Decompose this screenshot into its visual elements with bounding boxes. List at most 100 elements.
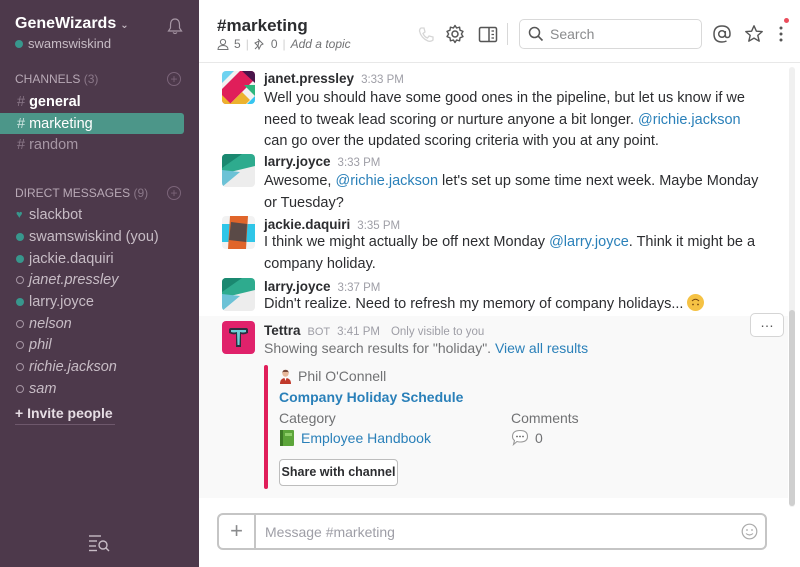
speech-bubble-icon [511,429,529,446]
message-header: larry.joyce 3:33 PM [264,154,380,169]
sidebar-dm-slackbot[interactable]: ♥ slackbot [0,204,184,225]
invite-people-link[interactable]: + Invite people [15,405,115,425]
phone-icon[interactable] [416,25,436,45]
attachment-author-name[interactable]: Phil O'Connell [298,368,386,384]
star-icon[interactable] [744,24,764,44]
presence-away-icon [16,384,24,393]
chevron-down-icon: ⌄ [120,19,129,31]
pinned-count[interactable]: 0 [271,37,278,51]
presence-online-icon [15,39,23,48]
user-mention[interactable]: @richie.jackson [638,112,741,128]
dm-name: nelson [29,315,72,332]
scrollbar-thumb[interactable] [789,310,795,506]
message-text-part: can go over the updated scoring criteria… [264,133,659,149]
attachment-accent-bar [264,365,268,489]
presence-online-icon [16,254,24,263]
sidebar-dm-phil[interactable]: phil [0,334,184,355]
sidebar-toggle-icon[interactable] [478,25,498,45]
sidebar-dm-sam[interactable]: sam [0,378,184,399]
message-author[interactable]: janet.pressley [264,71,354,86]
message-time[interactable]: 3:35 PM [357,220,400,232]
add-topic-link[interactable]: Add a topic [291,37,351,51]
mentions-icon[interactable] [712,24,732,44]
dm-count: (9) [133,186,149,200]
message-text-part: Didn't realize. Need to refresh my memor… [264,296,684,312]
hash-icon: # [17,115,26,132]
sidebar-dm-swamswiskind[interactable]: swamswiskind (you) [0,226,184,247]
search-box[interactable]: Search [519,19,702,49]
sidebar-dm-nelson[interactable]: nelson [0,313,184,334]
message-time[interactable]: 3:41 PM [337,326,380,338]
more-vertical-icon[interactable] [771,24,791,44]
message-author[interactable]: larry.joyce [264,154,331,169]
avatar-tettra[interactable] [222,321,255,354]
message-time[interactable]: 3:33 PM [361,74,404,86]
dm-name: richie.jackson [29,358,117,375]
attach-file-button[interactable]: + [219,515,256,548]
message-text: Well you should have some good ones in t… [264,88,764,153]
sidebar-dm-jackie-daquiri[interactable]: jackie.daquiri [0,248,184,269]
dm-name: larry.joyce [29,293,94,310]
sidebar-channel-random[interactable]: # random [0,134,184,155]
presence-away-icon [16,275,24,284]
presence-away-icon [16,319,24,328]
presence-online-icon [16,297,24,306]
avatar-jackie-daquiri[interactable] [222,216,255,249]
dm-name: phil [29,336,52,353]
message-list: janet.pressley 3:33 PM Well you should h… [199,63,788,503]
channels-header[interactable]: CHANNELS (3) + [15,72,181,86]
bell-icon[interactable] [166,17,184,35]
category-link[interactable]: Employee Handbook [301,430,431,446]
direct-messages-header[interactable]: DIRECT MESSAGES (9) + [15,186,181,200]
sidebar-dm-richie-jackson[interactable]: richie.jackson [0,356,184,377]
add-dm-icon[interactable]: + [167,186,181,200]
message-time[interactable]: 3:33 PM [338,157,381,169]
presence-away-icon [16,340,24,349]
message-author[interactable]: jackie.daquiri [264,217,350,232]
user-mention[interactable]: @larry.joyce [549,234,629,250]
quick-switcher-icon[interactable] [88,534,110,552]
message-header: larry.joyce 3:37 PM [264,279,380,294]
attachment-title-link[interactable]: Company Holiday Schedule [279,389,463,405]
message-text-part: Awesome, [264,173,336,189]
user-mention[interactable]: @richie.jackson [335,173,438,189]
pin-icon[interactable] [253,38,266,50]
share-with-channel-button[interactable]: Share with channel [279,459,398,486]
sidebar-dm-janet-pressley[interactable]: janet.pressley [0,269,184,290]
message-author[interactable]: larry.joyce [264,279,331,294]
channels-count: (3) [83,72,99,86]
avatar-larry-joyce[interactable] [222,278,255,311]
team-name: GeneWizards [15,15,117,32]
message-actions-button[interactable]: … [750,313,784,337]
author-avatar-icon [280,369,291,384]
message-author[interactable]: Tettra [264,323,301,338]
channel-header: #marketing 5 | 0 | Add a topic Search [199,0,800,63]
presence-away-icon [16,362,24,371]
message-composer: + [217,513,767,550]
view-all-results-link[interactable]: View all results [495,340,588,356]
emoji-picker-icon[interactable] [741,523,758,540]
avatar-janet-pressley[interactable] [222,71,255,104]
presence-online-icon [16,232,24,241]
sidebar-channel-marketing[interactable]: # marketing [0,113,184,134]
message-text: I think we might actually be off next Mo… [264,232,764,275]
channel-title: #marketing [217,16,308,35]
message-text-part: I think we might actually be off next Mo… [264,234,550,250]
search-placeholder: Search [550,26,595,42]
attachment-author: Phil O'Connell [279,368,386,384]
channel-name: random [29,136,79,153]
heart-icon: ♥ [16,208,23,221]
sidebar-channel-general[interactable]: # general [0,91,184,112]
sidebar-dm-larry-joyce[interactable]: larry.joyce [0,291,184,312]
gear-icon[interactable] [445,24,465,44]
team-switcher[interactable]: GeneWizards ⌄ swamswiskind [15,15,129,51]
member-icon[interactable] [217,38,229,50]
category-value: Employee Handbook [279,429,431,447]
message-input[interactable] [265,515,725,548]
avatar-larry-joyce[interactable] [222,154,255,187]
message-time[interactable]: 3:37 PM [338,282,381,294]
dm-name: jackie.daquiri [29,250,114,267]
current-user: swamswiskind [28,36,112,51]
add-channel-icon[interactable]: + [167,72,181,86]
member-count[interactable]: 5 [234,37,241,51]
